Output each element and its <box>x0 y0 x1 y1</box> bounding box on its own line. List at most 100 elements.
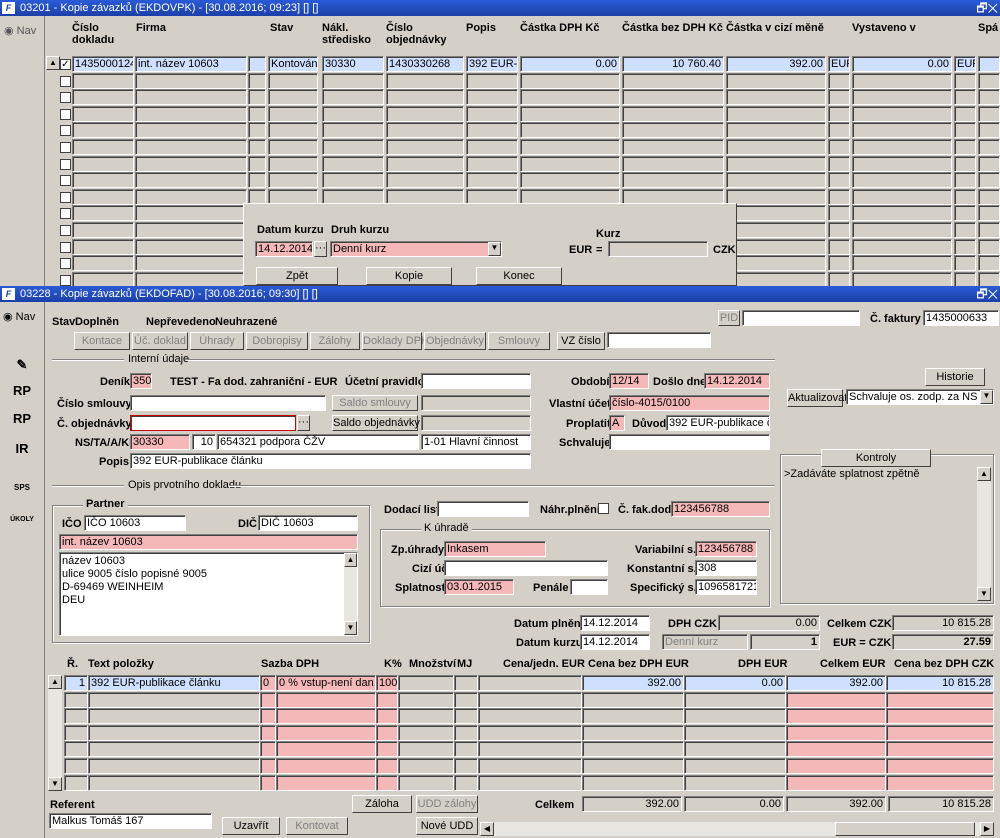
nav-button[interactable]: ◉ Nav <box>3 310 35 323</box>
empty-item-cell[interactable] <box>886 741 994 758</box>
empty-cell[interactable] <box>726 188 826 205</box>
items-col-5[interactable]: MJ <box>457 658 472 670</box>
empty-cell[interactable] <box>386 139 464 155</box>
doslo-field[interactable]: 14.12.2014 <box>704 373 770 389</box>
empty-item-cell[interactable] <box>376 724 398 741</box>
window-2-titlebar[interactable]: F 03228 - Kopie závazků (EKDOFAD) - [30.0… <box>0 286 1000 302</box>
empty-item-cell[interactable] <box>886 708 994 725</box>
denik-field[interactable]: 350 <box>130 373 152 389</box>
empty-cell[interactable] <box>828 139 850 155</box>
empty-cell[interactable] <box>72 122 134 139</box>
vz-cislo-button[interactable]: VZ číslo <box>557 332 605 350</box>
empty-cell[interactable] <box>268 139 318 155</box>
uzavrit-button[interactable]: Uzavřít <box>222 817 280 835</box>
datum-kurzu-field[interactable]: 14.12.2014 <box>255 241 313 257</box>
empty-cell[interactable] <box>72 155 134 172</box>
empty-item-cell[interactable] <box>276 774 376 791</box>
empty-cell[interactable] <box>828 89 850 106</box>
row-checkbox[interactable] <box>60 208 71 220</box>
empty-cell[interactable] <box>322 89 384 106</box>
empty-cell[interactable] <box>466 139 518 155</box>
empty-cell[interactable] <box>72 139 134 155</box>
empty-item-cell[interactable] <box>582 774 684 791</box>
empty-item-cell[interactable] <box>276 708 376 725</box>
empty-cell[interactable] <box>852 155 952 172</box>
empty-cell[interactable] <box>726 105 826 122</box>
empty-cell[interactable] <box>828 188 850 205</box>
tab-5[interactable]: Doklady DPH <box>362 332 429 350</box>
window-controls-icon[interactable]: 🗗✕ <box>976 286 998 302</box>
items-col-2[interactable]: Sazba DPH <box>261 658 319 670</box>
empty-item-cell[interactable] <box>478 708 582 725</box>
chevron-down-icon[interactable]: ▼ <box>488 242 501 256</box>
empty-cell[interactable] <box>828 205 850 222</box>
empty-cell[interactable] <box>954 122 976 139</box>
col-stredisko[interactable]: Nákl. středisko <box>322 22 372 46</box>
empty-cell[interactable] <box>268 155 318 172</box>
row-checkbox[interactable] <box>60 92 71 104</box>
empty-cell[interactable] <box>72 222 134 238</box>
tab-2[interactable]: Úhrady <box>190 332 244 350</box>
empty-cell[interactable] <box>466 89 518 106</box>
variabilni-field[interactable]: 123456788 <box>695 541 757 557</box>
vlastni-ucet-field[interactable]: číslo-4015/0100 <box>609 395 770 411</box>
empty-cell[interactable] <box>386 105 464 122</box>
empty-item-cell[interactable] <box>64 741 88 758</box>
empty-cell[interactable] <box>726 72 826 89</box>
empty-cell[interactable] <box>72 188 134 205</box>
empty-item-cell[interactable] <box>478 741 582 758</box>
ta-field[interactable]: 10 <box>192 434 216 450</box>
empty-cell[interactable] <box>466 72 518 89</box>
empty-item-cell[interactable] <box>260 708 276 725</box>
empty-cell[interactable] <box>978 205 1000 222</box>
empty-cell[interactable] <box>72 105 134 122</box>
empty-cell[interactable] <box>135 72 247 89</box>
empty-cell[interactable] <box>268 172 318 189</box>
empty-cell[interactable] <box>852 72 952 89</box>
empty-item-cell[interactable] <box>786 758 886 774</box>
empty-cell[interactable] <box>622 139 724 155</box>
empty-cell[interactable] <box>954 222 976 238</box>
kontroly-button[interactable]: Kontroly <box>821 449 931 467</box>
empty-item-cell[interactable] <box>684 691 786 708</box>
table-cell[interactable]: EUR <box>954 56 976 72</box>
empty-item-cell[interactable] <box>260 774 276 791</box>
empty-cell[interactable] <box>852 188 952 205</box>
empty-cell[interactable] <box>135 255 247 272</box>
empty-cell[interactable] <box>978 155 1000 172</box>
row-checkbox[interactable] <box>60 225 71 236</box>
row-checkbox[interactable] <box>60 191 71 203</box>
ir-icon[interactable]: IR <box>8 438 36 464</box>
aktualizovat-button[interactable]: Aktualizovat <box>787 389 847 407</box>
empty-item-cell[interactable] <box>276 691 376 708</box>
druh-kurzu-select[interactable]: Denní kurz <box>662 634 748 650</box>
empty-cell[interactable] <box>520 105 620 122</box>
empty-cell[interactable] <box>726 172 826 189</box>
col-stav[interactable]: Stav <box>270 22 293 34</box>
empty-cell[interactable] <box>828 255 850 272</box>
items-col-10[interactable]: Cena bez DPH CZK <box>894 658 994 670</box>
zaloha-button[interactable]: Záloha <box>352 795 412 813</box>
empty-cell[interactable] <box>828 155 850 172</box>
scroll-up-icon[interactable]: ▲ <box>344 553 357 567</box>
ico-field[interactable]: IČO 10603 <box>84 515 186 531</box>
dodaci-field[interactable] <box>437 501 529 517</box>
items-col-3[interactable]: K% <box>384 658 402 670</box>
rp-eu-icon[interactable]: RP <box>8 408 36 434</box>
empty-cell[interactable] <box>852 122 952 139</box>
empty-item-cell[interactable] <box>398 758 454 774</box>
empty-item-cell[interactable] <box>478 691 582 708</box>
empty-item-cell[interactable] <box>64 758 88 774</box>
empty-cell[interactable] <box>828 122 850 139</box>
empty-cell[interactable] <box>978 172 1000 189</box>
col-doklad[interactable]: Číslo dokladu <box>72 22 132 46</box>
empty-cell[interactable] <box>954 105 976 122</box>
empty-cell[interactable] <box>72 172 134 189</box>
empty-item-cell[interactable] <box>398 774 454 791</box>
empty-item-cell[interactable] <box>786 741 886 758</box>
items-col-4[interactable]: Množství <box>409 658 456 670</box>
empty-item-cell[interactable] <box>64 691 88 708</box>
empty-item-cell[interactable] <box>886 774 994 791</box>
rp-icon[interactable]: RP <box>8 380 36 406</box>
row-checkbox[interactable] <box>60 158 71 170</box>
